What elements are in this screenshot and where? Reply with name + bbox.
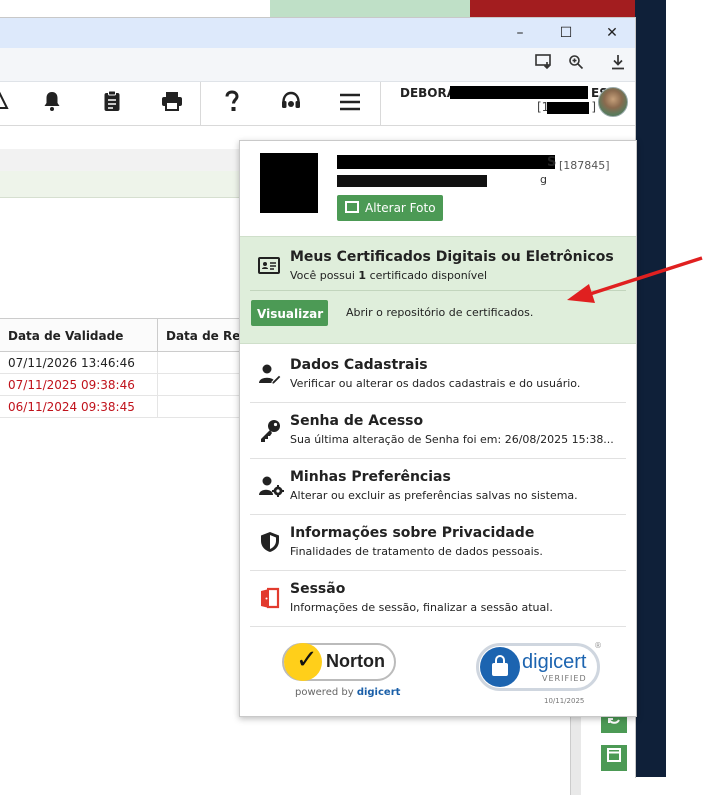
redacted-user-id [547,102,589,114]
table-row-revogacao-2 [158,374,240,396]
certificates-subtitle-prefix: Você possui [290,269,359,282]
digicert-verified: VERIFIED [542,674,587,683]
menu-item-subtitle: Sua última alteração de Senha foi em: 26… [290,433,614,446]
table-row-revogacao-1 [158,352,240,374]
menu-item-subtitle: Verificar ou alterar os dados cadastrais… [290,377,581,390]
digicert-registered: ® [594,641,602,650]
key-icon [258,419,282,443]
user-name-start: DEBORA [400,86,457,100]
norton-check-icon: ✓ [296,645,318,675]
certificates-divider [250,290,626,291]
profile-photo [260,153,318,213]
table-row-revogacao-3 [158,396,240,418]
desktop-background [635,0,666,777]
download-icon[interactable] [607,54,629,76]
menu-item-dados-cadastrais[interactable]: Dados Cadastrais Verificar ou alterar os… [240,347,636,403]
table-row-validade-1: 07/11/2026 13:46:46 [0,352,158,374]
shield-icon [258,531,282,555]
menu-item-subtitle: Finalidades de tratamento de dados pesso… [290,545,543,558]
install-app-icon[interactable] [533,54,555,76]
certificates-section: Meus Certificados Digitais ou Eletrônico… [240,236,636,344]
toolbar-separator [200,82,201,125]
redacted-profile-email [337,175,487,187]
toolbar-separator-user [380,82,381,125]
user-edit-icon [258,363,282,387]
id-card-icon [258,257,280,274]
maximize-button[interactable]: ☐ [543,18,589,48]
user-settings-icon [258,475,284,499]
app-toolbar: DEBORAES [1] [0,82,635,126]
title-bar: – ☐ ✕ [0,18,635,48]
address-bar [0,48,635,82]
certificates-subtitle-suffix: certificado disponível [366,269,488,282]
visualizar-button[interactable]: Visualizar [251,300,328,326]
menu-item-sessao[interactable]: Sessão Informações de sessão, finalizar … [240,571,636,627]
profile-name-end: S [547,155,557,170]
table-row-validade-3: 06/11/2024 09:38:45 [0,396,158,418]
security-badges: ✓ Norton powered by digicert digicert VE… [240,621,636,716]
menu-item-title: Minhas Preferências [290,469,451,485]
menu-item-privacidade[interactable]: Informações sobre Privacidade Finalidade… [240,515,636,571]
menu-item-title: Senha de Acesso [290,413,424,429]
printer-icon[interactable] [158,90,186,118]
digicert-text: digicert [522,651,587,673]
close-button[interactable]: ✕ [589,18,635,48]
menu-item-title: Dados Cadastrais [290,357,428,373]
digicert-date: 10/11/2025 [544,697,585,705]
image-icon [345,201,359,213]
norton-text: Norton [326,651,385,671]
user-dropdown-panel: S [187845] g Alterar Foto Meus Certifica… [239,140,637,717]
redacted-user-name [450,86,588,99]
profile-email-end: g [540,173,547,186]
user-id-close: ] [591,100,597,114]
certificates-count: 1 [358,269,367,282]
menu-item-subtitle: Informações de sessão, finalizar a sessã… [290,601,553,614]
bell-icon[interactable] [38,90,66,118]
norton-powered-by: powered by digicert [295,687,400,698]
window-view-button[interactable] [599,743,629,773]
background-window-green [270,0,470,17]
menu-item-title: Informações sobre Privacidade [290,525,535,541]
minimize-button[interactable]: – [497,18,543,48]
certificates-subtitle: Você possui 1 certificado disponível [290,269,487,282]
partial-toolbar-icon[interactable] [0,90,14,118]
zoom-icon[interactable] [565,54,587,76]
table-header-revogacao[interactable]: Data de Rev [158,318,240,352]
certificates-title[interactable]: Meus Certificados Digitais ou Eletrônico… [290,249,614,265]
scrollbar[interactable] [570,715,581,795]
norton-powered-prefix: powered by [295,687,357,698]
menu-icon[interactable] [336,90,364,118]
menu-item-subtitle: Alterar ou excluir as preferências salva… [290,489,578,502]
page-header-bar [0,149,240,172]
background-window-red [470,0,635,17]
user-avatar[interactable] [598,87,628,117]
clipboard-icon[interactable] [98,90,126,118]
redacted-profile-name [337,155,555,169]
exit-door-icon [258,587,282,611]
alterar-foto-label: Alterar Foto [365,201,436,215]
page-subheader-bar [0,171,240,198]
visualizar-description: Abrir o repositório de certificados. [346,306,534,319]
norton-powered-brand: digicert [356,687,401,698]
table-header-validade[interactable]: Data de Validade [0,318,158,352]
menu-item-minhas-preferencias[interactable]: Minhas Preferências Alterar ou excluir a… [240,459,636,515]
alterar-foto-button[interactable]: Alterar Foto [337,195,443,221]
desktop-margin [666,0,709,777]
browser-window: – ☐ ✕ DEBORA [1] Data de Validade Data … [0,17,637,795]
profile-id: [187845] [559,159,610,172]
menu-item-title: Sessão [290,581,346,597]
support-headset-icon[interactable] [277,90,305,118]
help-icon[interactable] [218,90,246,118]
menu-item-senha-de-acesso[interactable]: Senha de Acesso Sua última alteração de … [240,403,636,459]
table-row-validade-2: 07/11/2025 09:38:46 [0,374,158,396]
digicert-lock-body [492,663,508,676]
